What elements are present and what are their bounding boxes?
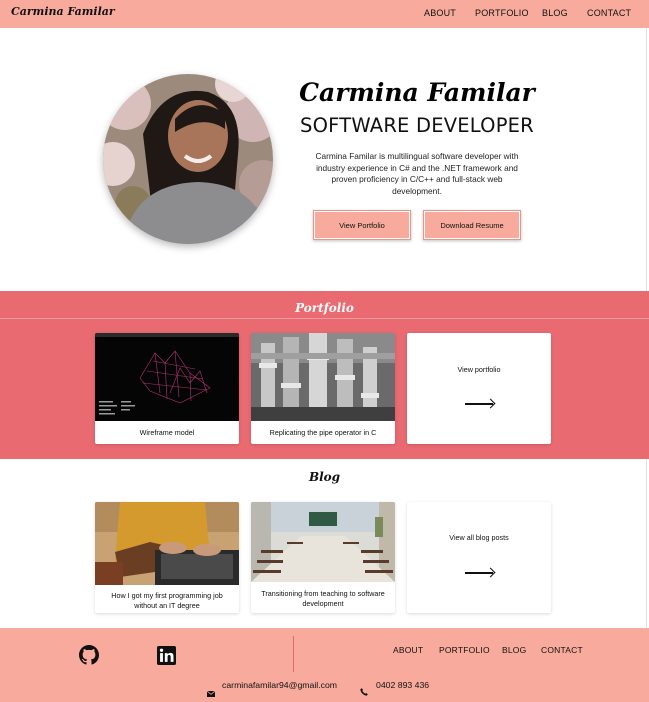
view-portfolio-button[interactable]: View Portfolio bbox=[313, 210, 411, 240]
portfolio-divider bbox=[0, 318, 649, 319]
brand-logo[interactable]: Carmina Familar bbox=[11, 5, 115, 18]
linkedin-icon[interactable] bbox=[157, 646, 176, 669]
blog-card-first-job[interactable]: How I got my first programming job witho… bbox=[95, 502, 239, 613]
arrow-right-icon bbox=[465, 572, 493, 574]
download-resume-button[interactable]: Download Resume bbox=[423, 210, 521, 240]
hero-description: Carmina Familar is multilingual software… bbox=[315, 151, 519, 196]
footer-nav-about[interactable]: ABOUT bbox=[393, 645, 423, 655]
classroom-thumbnail bbox=[251, 502, 395, 582]
github-icon[interactable] bbox=[79, 645, 99, 669]
blog-card-teaching[interactable]: Transitioning from teaching to software … bbox=[251, 502, 395, 613]
hero-title: SOFTWARE DEVELOPER bbox=[300, 114, 534, 137]
wireframe-thumbnail bbox=[95, 333, 239, 421]
footer-nav-portfolio[interactable]: PORTFOLIO bbox=[439, 645, 490, 655]
footer-nav-blog[interactable]: BLOG bbox=[502, 645, 526, 655]
phone-icon bbox=[360, 681, 368, 700]
nav-contact[interactable]: CONTACT bbox=[587, 8, 631, 18]
pipes-thumbnail bbox=[251, 333, 395, 421]
laptop-thumbnail bbox=[95, 502, 239, 585]
footer-email[interactable]: carminafamilar94@gmail.com bbox=[222, 680, 337, 690]
card-caption: How I got my first programming job witho… bbox=[111, 591, 223, 610]
nav-blog[interactable]: BLOG bbox=[542, 8, 568, 18]
nav-about[interactable]: ABOUT bbox=[424, 8, 456, 18]
footer-phone[interactable]: 0402 893 436 bbox=[376, 680, 429, 690]
card-caption: Wireframe model bbox=[139, 428, 195, 437]
card-caption: Replicating the pipe operator in C bbox=[269, 428, 377, 437]
view-blog-link[interactable]: View all blog posts bbox=[407, 533, 551, 542]
email-icon bbox=[206, 682, 216, 701]
nav-portfolio[interactable]: PORTFOLIO bbox=[475, 8, 529, 18]
portfolio-card-pipe-operator[interactable]: Replicating the pipe operator in C bbox=[251, 333, 395, 444]
profile-photo bbox=[103, 74, 273, 244]
view-portfolio-link[interactable]: View portfolio bbox=[407, 365, 551, 374]
hero-name: Carmina Familar bbox=[299, 78, 535, 107]
view-portfolio-card[interactable]: View portfolio bbox=[407, 333, 551, 444]
view-blog-card[interactable]: View all blog posts bbox=[407, 502, 551, 613]
arrow-right-icon bbox=[465, 403, 493, 405]
portfolio-heading: Portfolio bbox=[295, 301, 354, 315]
portfolio-card-wireframe[interactable]: Wireframe model bbox=[95, 333, 239, 444]
footer-nav-contact[interactable]: CONTACT bbox=[541, 645, 583, 655]
footer-divider bbox=[293, 636, 294, 672]
card-caption: Transitioning from teaching to software … bbox=[261, 589, 385, 608]
blog-heading: Blog bbox=[308, 470, 341, 484]
